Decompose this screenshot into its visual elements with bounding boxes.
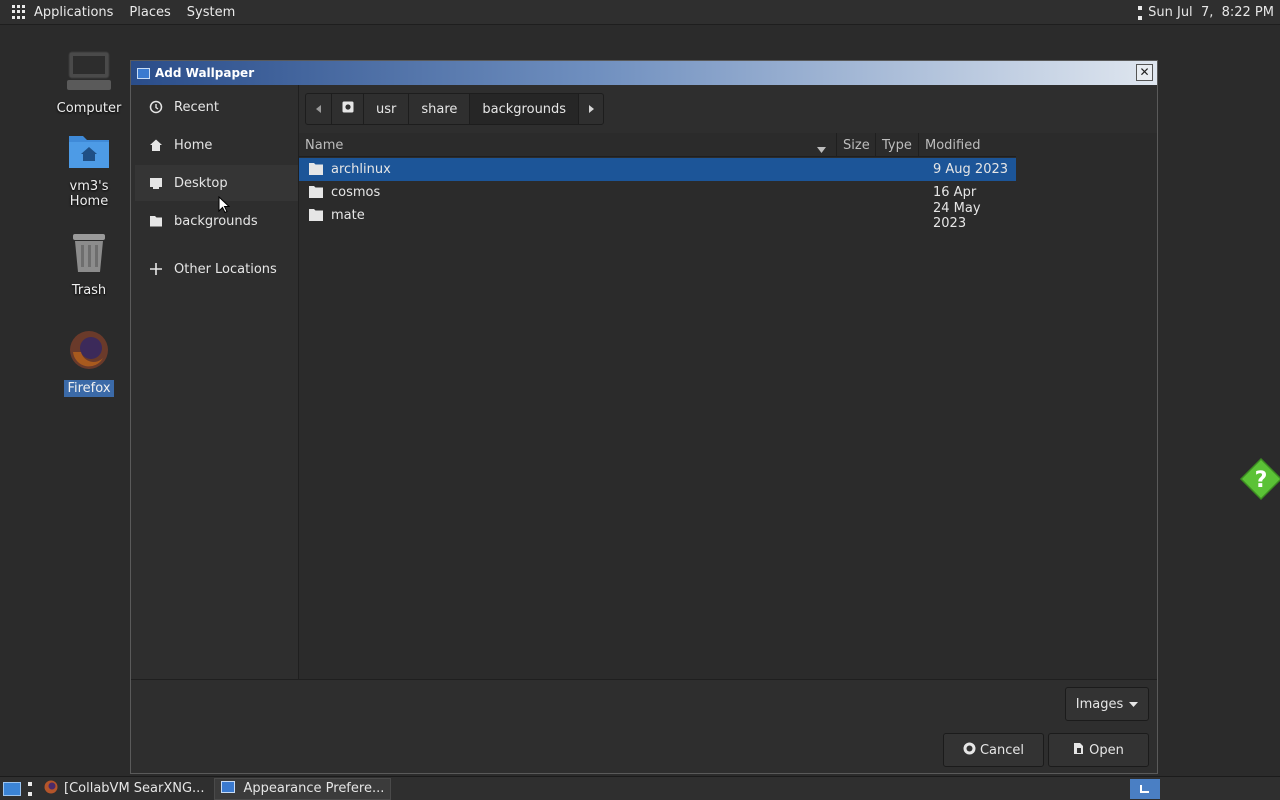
path-back-button[interactable] [306, 94, 332, 124]
desktop-trash-label: Trash [71, 283, 107, 298]
computer-icon [67, 51, 111, 90]
file-filter-label: Images [1075, 696, 1124, 712]
path-segment-share[interactable]: share [409, 94, 471, 124]
plus-icon [149, 262, 163, 276]
folder-icon [149, 214, 163, 228]
task-label: [CollabVM SearXNG... [64, 781, 205, 796]
add-wallpaper-dialog: Add Wallpaper ✕ Recent Home Desktop back… [130, 60, 1280, 774]
desktop-trash[interactable]: Trash [48, 230, 130, 299]
column-name-label: Name [305, 137, 344, 153]
task-label: Appearance Prefere... [243, 781, 385, 796]
file-name: mate [331, 208, 365, 223]
home-icon [149, 138, 163, 152]
cancel-button[interactable]: Cancel [943, 733, 1044, 767]
column-modified-label: Modified [925, 137, 981, 153]
close-icon: ✕ [1139, 65, 1150, 79]
sidebar-item-label: Desktop [174, 175, 228, 191]
dialog-title: Add Wallpaper [155, 66, 255, 80]
desktop-firefox-label: Firefox [64, 380, 114, 397]
column-name[interactable]: Name [299, 133, 837, 157]
chevron-down-icon [1129, 697, 1139, 712]
desktop-icon [149, 176, 163, 190]
open-button[interactable]: Open [1048, 733, 1149, 767]
file-list: Name Size Type Modified archlinux 9 Aug … [299, 133, 1280, 680]
sidebar-item-label: Other Locations [174, 261, 277, 277]
drive-icon [342, 101, 354, 117]
file-modified: 9 Aug 2023 [933, 162, 1009, 177]
window-icon [137, 67, 150, 79]
svg-text:?: ? [1255, 468, 1268, 493]
file-row-archlinux[interactable]: archlinux 9 Aug 2023 [299, 158, 1016, 181]
file-row-mate[interactable]: mate 24 May 2023 [299, 201, 1016, 231]
chevron-right-icon [588, 102, 595, 117]
workspace-icon [1140, 785, 1149, 793]
folder-icon [309, 186, 323, 198]
cancel-icon [963, 742, 976, 759]
taskbar: [CollabVM SearXNG... Appearance Prefere.… [0, 776, 1280, 800]
sort-down-icon [817, 142, 826, 157]
dialog-titlebar[interactable]: Add Wallpaper ✕ [131, 61, 1157, 85]
chevron-left-icon [315, 102, 322, 117]
desktop-computer[interactable]: Computer [48, 50, 130, 117]
apps-grid-icon[interactable] [12, 5, 26, 19]
cancel-label: Cancel [979, 742, 1025, 758]
desktop-computer-label: Computer [56, 101, 122, 116]
path-root-button[interactable] [332, 94, 364, 124]
places-sidebar: Recent Home Desktop backgrounds Other Lo… [131, 85, 299, 680]
column-header: Name Size Type Modified [299, 133, 1016, 157]
task-collabvm[interactable]: [CollabVM SearXNG... [38, 778, 210, 800]
sidebar-item-home[interactable]: Home [135, 127, 298, 163]
firefox-icon [44, 780, 58, 798]
file-modified: 16 Apr [933, 185, 977, 200]
path-forward-button[interactable] [579, 94, 603, 124]
sidebar-item-label: backgrounds [174, 213, 258, 229]
desktop-home[interactable]: vm3's Home [48, 130, 130, 210]
places-menu[interactable]: Places [121, 0, 178, 25]
desktop-home-label: vm3's Home [69, 179, 109, 209]
folder-icon [309, 209, 323, 221]
taskbar-handle-icon[interactable] [28, 781, 32, 796]
home-folder-icon [69, 136, 109, 168]
clock-icon [149, 100, 163, 114]
open-label: Open [1089, 742, 1124, 758]
file-filter-dropdown[interactable]: Images [1065, 687, 1149, 721]
path-segment-usr[interactable]: usr [364, 94, 410, 124]
firefox-icon [70, 331, 108, 369]
file-row-cosmos[interactable]: cosmos 16 Apr [299, 181, 1016, 204]
help-icon[interactable]: ? [1239, 457, 1280, 501]
open-icon [1073, 742, 1085, 759]
sidebar-item-label: Home [174, 137, 213, 153]
path-segment-backgrounds[interactable]: backgrounds [470, 94, 580, 124]
path-bar: usr share backgrounds [305, 93, 605, 125]
column-type-label: Type [882, 137, 912, 153]
workspace-switcher[interactable] [1130, 779, 1160, 799]
column-type[interactable]: Type [876, 133, 919, 157]
close-button[interactable]: ✕ [1136, 64, 1153, 81]
file-modified: 24 May 2023 [933, 200, 981, 231]
file-name: archlinux [331, 162, 391, 177]
desktop-firefox[interactable]: Firefox [48, 328, 130, 397]
folder-icon [309, 163, 323, 175]
show-desktop-icon[interactable] [2, 780, 22, 798]
window-icon [221, 780, 236, 797]
panel-menu-icon[interactable] [1138, 5, 1143, 20]
column-size[interactable]: Size [837, 133, 876, 157]
sidebar-item-backgrounds[interactable]: backgrounds [135, 203, 298, 239]
column-modified[interactable]: Modified [919, 133, 1016, 157]
task-appearance-preferences[interactable]: Appearance Prefere... [214, 777, 392, 800]
sidebar-item-other-locations[interactable]: Other Locations [135, 251, 298, 287]
bottom-separator [131, 679, 1157, 680]
trash-icon [73, 234, 105, 272]
clock-area: Sun Jul 7, 8:22 PM [1138, 0, 1280, 25]
mouse-cursor-icon [218, 196, 230, 214]
sidebar-item-recent[interactable]: Recent [135, 89, 298, 125]
sidebar-item-desktop[interactable]: Desktop [135, 165, 298, 201]
top-panel: Applications Places System Sun Jul 7, 8:… [0, 0, 1280, 25]
file-name: cosmos [331, 185, 381, 200]
applications-menu[interactable]: Applications [30, 0, 121, 25]
column-size-label: Size [843, 137, 870, 153]
sidebar-item-label: Recent [174, 99, 219, 115]
system-menu[interactable]: System [179, 0, 243, 25]
clock[interactable]: Sun Jul 7, 8:22 PM [1148, 5, 1274, 20]
